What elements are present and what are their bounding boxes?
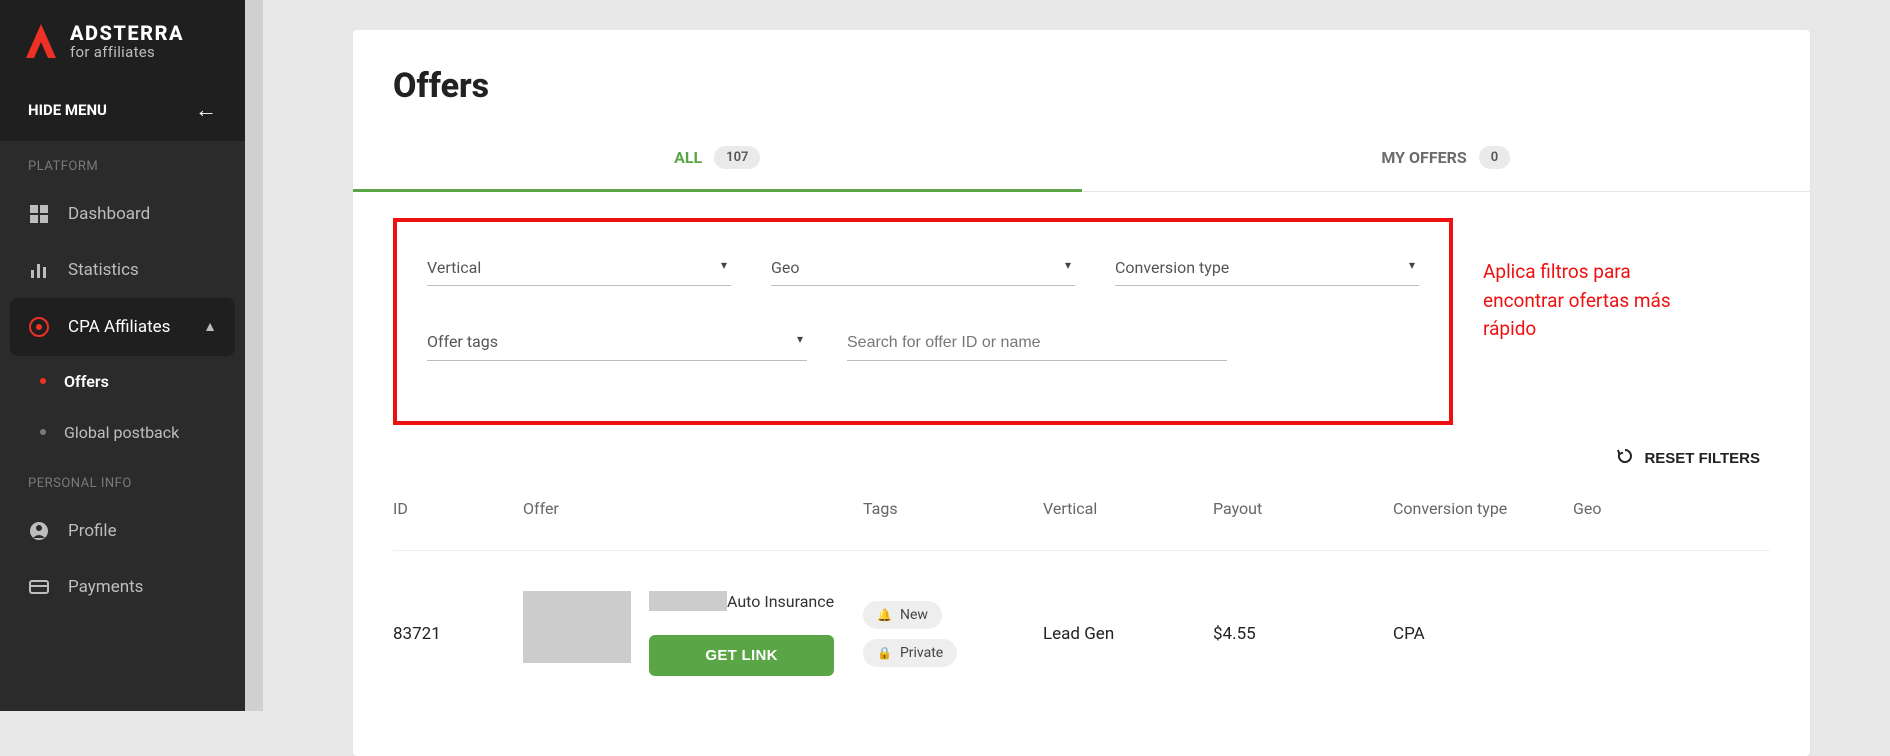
history-icon — [1616, 447, 1634, 469]
filter-geo[interactable]: Geo ▾ — [771, 252, 1075, 286]
offers-table: ID Offer Tags Vertical Payout Conversion… — [353, 469, 1810, 716]
filter-vertical-label: Vertical — [427, 258, 481, 277]
table-row: 83721 Auto Insurance GET LINK 🔔 Ne — [393, 551, 1770, 716]
card-icon — [28, 577, 50, 597]
adsterra-logo-icon — [24, 22, 58, 60]
cell-offer: Auto Insurance GET LINK — [523, 591, 863, 676]
sidebar: ADSTERRA for affiliates HIDE MENU ← PLAT… — [0, 0, 245, 711]
resize-handle[interactable] — [245, 0, 263, 711]
offer-name: Auto Insurance — [727, 592, 834, 611]
nav-payments[interactable]: Payments — [0, 559, 245, 615]
page-title: Offers — [353, 30, 1810, 132]
filter-tags-label: Offer tags — [427, 332, 498, 351]
filter-vertical[interactable]: Vertical ▾ — [427, 252, 731, 286]
filter-geo-label: Geo — [771, 258, 800, 277]
nav-profile[interactable]: Profile — [0, 503, 245, 559]
tag-private: 🔒 Private — [863, 639, 957, 667]
cell-tags: 🔔 New 🔒 Private — [863, 601, 1043, 667]
chevron-up-icon: ▲ — [203, 318, 217, 335]
reset-filters-button[interactable]: RESET FILTERS — [1616, 447, 1760, 469]
brand-logo: ADSTERRA for affiliates — [0, 0, 245, 79]
search-offer-input-wrap[interactable] — [847, 326, 1227, 361]
tab-my-label: MY OFFERS — [1381, 148, 1466, 167]
get-link-button[interactable]: GET LINK — [649, 635, 834, 676]
nav-cpa-affiliates[interactable]: CPA Affiliates ▲ — [10, 298, 235, 356]
caret-down-icon: ▾ — [797, 332, 803, 346]
filter-conversion-label: Conversion type — [1115, 258, 1229, 277]
tag-new: 🔔 New — [863, 601, 942, 629]
target-icon — [28, 316, 50, 338]
filter-conversion-type[interactable]: Conversion type ▾ — [1115, 252, 1419, 286]
filters-highlight-box: Vertical ▾ Geo ▾ Conversion type ▾ Offer… — [393, 218, 1453, 425]
tag-new-label: New — [900, 607, 928, 623]
nav-dashboard-label: Dashboard — [68, 204, 150, 224]
filter-offer-tags[interactable]: Offer tags ▾ — [427, 326, 807, 361]
brand-tagline: for affiliates — [70, 44, 184, 61]
profile-icon — [28, 521, 50, 541]
col-conversion: Conversion type — [1393, 499, 1573, 518]
nav-statistics[interactable]: Statistics — [0, 242, 245, 298]
col-geo: Geo — [1573, 499, 1693, 518]
tag-private-label: Private — [900, 645, 943, 661]
tab-my-offers[interactable]: MY OFFERS 0 — [1082, 132, 1811, 191]
cell-vertical: Lead Gen — [1043, 624, 1213, 644]
subnav-offers[interactable]: Offers — [0, 356, 245, 407]
section-platform-label: PLATFORM — [0, 141, 245, 186]
stats-icon — [28, 260, 50, 280]
subnav-offers-label: Offers — [64, 372, 109, 391]
section-personal-label: PERSONAL INFO — [0, 458, 245, 503]
reset-filters-label: RESET FILTERS — [1644, 450, 1760, 467]
caret-down-icon: ▾ — [1065, 258, 1071, 272]
main-content: Offers ALL 107 MY OFFERS 0 Vertical ▾ — [263, 0, 1890, 711]
nav-payments-label: Payments — [68, 577, 143, 597]
tab-all[interactable]: ALL 107 — [353, 132, 1082, 191]
table-header: ID Offer Tags Vertical Payout Conversion… — [393, 469, 1770, 551]
subnav-postback-label: Global postback — [64, 423, 179, 442]
brand-name: ADSTERRA — [70, 22, 184, 44]
hide-menu-label: HIDE MENU — [28, 101, 107, 119]
offer-tabs: ALL 107 MY OFFERS 0 — [353, 132, 1810, 192]
bullet-icon — [40, 378, 46, 384]
offers-card: Offers ALL 107 MY OFFERS 0 Vertical ▾ — [353, 30, 1810, 756]
caret-down-icon: ▾ — [721, 258, 727, 272]
hide-menu-toggle[interactable]: HIDE MENU ← — [0, 79, 245, 141]
lock-icon: 🔒 — [877, 646, 892, 660]
col-payout: Payout — [1213, 499, 1393, 518]
dashboard-icon — [28, 204, 50, 224]
arrow-left-icon: ← — [195, 97, 217, 123]
nav-statistics-label: Statistics — [68, 260, 139, 280]
nav-profile-label: Profile — [68, 521, 117, 541]
tab-all-label: ALL — [674, 148, 702, 167]
tab-my-count: 0 — [1479, 146, 1510, 169]
col-vertical: Vertical — [1043, 499, 1213, 518]
search-offer-input[interactable] — [847, 334, 1227, 352]
nav-cpa-label: CPA Affiliates — [68, 317, 170, 337]
redacted-block — [649, 591, 727, 611]
bell-icon: 🔔 — [877, 608, 892, 622]
annotation-text: Aplica filtros para encontrar ofertas má… — [1483, 218, 1693, 344]
caret-down-icon: ▾ — [1409, 258, 1415, 272]
col-id: ID — [393, 499, 523, 518]
cell-id: 83721 — [393, 624, 523, 644]
bullet-icon — [40, 429, 46, 435]
col-tags: Tags — [863, 499, 1043, 518]
cell-conversion: CPA — [1393, 624, 1573, 644]
subnav-global-postback[interactable]: Global postback — [0, 407, 245, 458]
cell-payout: $4.55 — [1213, 624, 1393, 644]
tab-all-count: 107 — [714, 146, 760, 169]
nav-dashboard[interactable]: Dashboard — [0, 186, 245, 242]
offer-thumbnail — [523, 591, 631, 663]
col-offer: Offer — [523, 499, 863, 518]
